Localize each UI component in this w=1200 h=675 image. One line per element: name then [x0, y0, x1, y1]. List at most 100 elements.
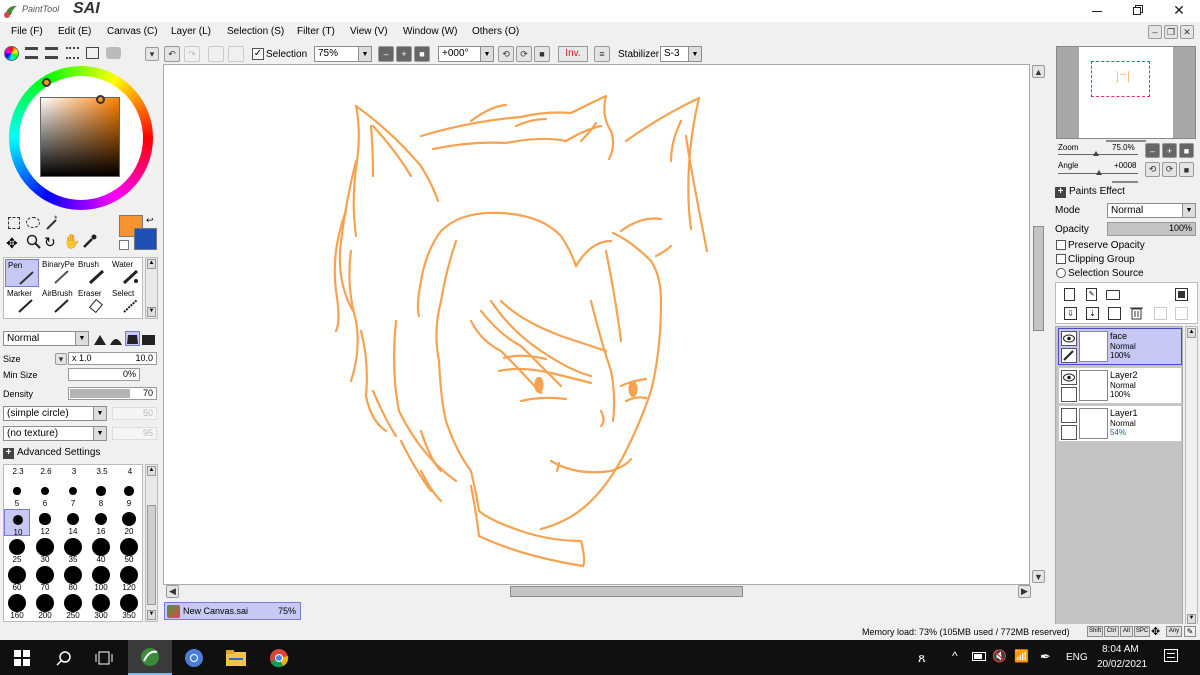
nav-zoom-slider[interactable] — [1058, 151, 1138, 156]
rotate-right-button[interactable]: ⟳ — [516, 46, 532, 62]
rgb-slider-mode-icon[interactable] — [25, 47, 38, 59]
menu-canvas[interactable]: Canvas (C) — [107, 26, 158, 37]
canvas-horizontal-scrollbar[interactable]: ◀ ▶ — [163, 585, 1046, 599]
layer-visibility-eye-icon[interactable] — [1061, 331, 1077, 346]
merge-down-icon[interactable]: ⇣ — [1086, 307, 1099, 320]
close-button[interactable]: ✕ — [1170, 2, 1188, 18]
brush-size-350[interactable]: 350 — [116, 593, 142, 620]
saturation-value-square[interactable] — [40, 97, 120, 177]
zoom-reset-button[interactable]: ■ — [414, 46, 430, 62]
swatches-mode-icon[interactable] — [66, 47, 79, 59]
horizontal-scroll-thumb[interactable] — [510, 586, 743, 597]
brush-size-scrollbar[interactable]: ▲ ▼ — [145, 464, 158, 622]
magic-wand-icon[interactable]: * — [45, 214, 61, 231]
zoom-in-button[interactable]: + — [396, 46, 412, 62]
hsv-slider-mode-icon[interactable] — [45, 47, 58, 59]
battery-icon[interactable] — [972, 652, 986, 661]
rotate-reset-button[interactable]: ■ — [534, 46, 550, 62]
layer-mode-select[interactable]: Normal ▼ — [1107, 203, 1196, 218]
navigator-preview[interactable] — [1056, 46, 1196, 139]
hand-icon[interactable]: ✋ — [63, 233, 80, 250]
brush-size-7[interactable]: 7 — [60, 481, 86, 508]
clock-date[interactable]: 20/02/2021 — [1097, 659, 1147, 670]
nav-angle-slider[interactable] — [1058, 170, 1138, 175]
brush-binarypen[interactable]: BinaryPe — [41, 259, 75, 287]
delete-layer-icon[interactable] — [1130, 306, 1143, 320]
nav-zoom-out-button[interactable]: – — [1145, 143, 1160, 158]
swap-colors-icon[interactable]: ↩ — [146, 215, 154, 226]
menu-layer[interactable]: Layer (L) — [171, 26, 211, 37]
tip-medium-button[interactable] — [109, 331, 124, 346]
layer-opacity-slider[interactable]: 100% — [1107, 222, 1196, 236]
undo-button[interactable]: ↶ — [164, 46, 180, 62]
layer-mask-icon[interactable] — [1175, 288, 1188, 301]
brush-select[interactable]: Select — [110, 288, 142, 316]
selection-checkbox[interactable]: ✓ — [252, 48, 264, 60]
paints-effect-toggle[interactable]: + Paints Effect — [1055, 186, 1195, 199]
brush-size-5[interactable]: 5 — [4, 481, 30, 508]
canvas-tab[interactable]: New Canvas.sai 75% — [164, 602, 301, 620]
deselect-button[interactable] — [208, 46, 224, 62]
brush-size-30[interactable]: 30 — [32, 537, 58, 564]
brush-size-12[interactable]: 12 — [32, 509, 58, 536]
task-view-icon[interactable] — [82, 640, 126, 675]
brush-size-16[interactable]: 16 — [88, 509, 114, 536]
brush-eraser[interactable]: Eraser — [76, 288, 110, 316]
density-slider[interactable]: 70 — [68, 387, 157, 400]
invert-view-button[interactable]: Inv. — [558, 46, 588, 62]
nav-rotate-left-button[interactable]: ⟲ — [1145, 162, 1160, 177]
stabilizer-select[interactable]: S-3 ▼ — [660, 46, 702, 62]
tip-flat-button[interactable] — [141, 331, 156, 346]
brush-size-35[interactable]: 35 — [60, 537, 86, 564]
search-icon[interactable] — [42, 640, 86, 675]
brush-water[interactable]: Water — [110, 259, 142, 287]
size-mult-button[interactable]: ▾ — [55, 353, 67, 365]
menu-selection[interactable]: Selection (S) — [227, 26, 284, 37]
sv-picker-handle[interactable] — [96, 95, 105, 104]
color-panel-menu-button[interactable]: ▾ — [145, 47, 159, 61]
taskbar-file-explorer[interactable] — [214, 640, 258, 675]
brush-shape-select[interactable]: (simple circle) ▼ — [3, 406, 107, 421]
layer-edit-slot[interactable] — [1061, 387, 1077, 402]
default-colors-icon[interactable] — [119, 240, 129, 250]
advanced-settings-toggle[interactable]: + Advanced Settings — [3, 447, 153, 460]
brush-size-60[interactable]: 60 — [4, 565, 30, 592]
inner-minimize-button[interactable]: – — [1148, 25, 1162, 39]
layer-list-scrollbar[interactable]: ▲ ▼ — [1185, 326, 1198, 626]
new-linework-layer-icon[interactable]: ✎ — [1086, 288, 1097, 301]
nav-rotate-right-button[interactable]: ⟳ — [1162, 162, 1177, 177]
wifi-icon[interactable]: 📶 — [1014, 649, 1029, 663]
brush-size-6[interactable]: 6 — [32, 481, 58, 508]
zoom-select[interactable]: 75% ▼ — [314, 46, 372, 62]
brush-size-300[interactable]: 300 — [88, 593, 114, 620]
menu-filter[interactable]: Filter (T) — [297, 26, 335, 37]
scratchpad-mode-icon[interactable] — [86, 47, 99, 59]
brush-size-20[interactable]: 20 — [116, 509, 142, 536]
brush-size-8[interactable]: 8 — [88, 481, 114, 508]
zoom-out-button[interactable]: – — [378, 46, 394, 62]
restore-button[interactable] — [1130, 2, 1148, 18]
taskbar-chrome[interactable] — [257, 640, 301, 675]
min-size-slider[interactable]: 0% — [68, 368, 140, 381]
brush-size-200[interactable]: 200 — [32, 593, 58, 620]
canvas-vertical-scrollbar[interactable]: ▲ ▼ — [1031, 64, 1046, 585]
layer-visibility-eye-icon[interactable] — [1061, 370, 1077, 385]
brush-airbrush[interactable]: AirBrush — [41, 288, 75, 316]
brush-size-80[interactable]: 80 — [60, 565, 86, 592]
brush-size-250[interactable]: 250 — [60, 593, 86, 620]
pen-workspace-icon[interactable]: ✒ — [1040, 649, 1051, 665]
lasso-icon[interactable] — [26, 217, 40, 228]
vertical-scroll-thumb[interactable] — [1033, 226, 1044, 331]
angle-select[interactable]: +000° ▼ — [438, 46, 494, 62]
brush-size-40[interactable]: 40 — [88, 537, 114, 564]
layer-edit-slot[interactable] — [1061, 425, 1077, 440]
clipping-group-checkbox[interactable] — [1056, 254, 1066, 264]
show-hidden-icons-icon[interactable]: ^ — [952, 649, 958, 663]
brush-size-9[interactable]: 9 — [116, 481, 142, 508]
brush-size-14[interactable]: 14 — [60, 509, 86, 536]
scroll-down-button[interactable]: ▼ — [1032, 570, 1045, 583]
language-indicator[interactable]: ENG — [1066, 652, 1088, 663]
eyedropper-icon[interactable] — [82, 234, 97, 252]
scroll-up-button[interactable]: ▲ — [1032, 65, 1045, 78]
canvas-viewport[interactable] — [163, 64, 1030, 585]
